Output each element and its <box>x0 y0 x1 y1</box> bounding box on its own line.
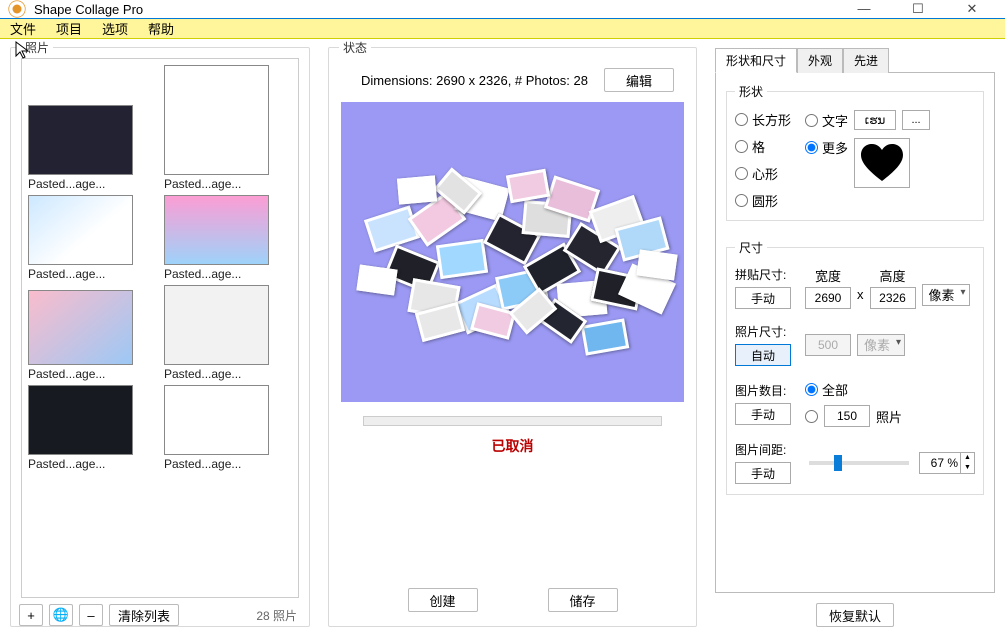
photo-unit-select: 像素 <box>857 334 905 356</box>
size-fieldset: 尺寸 拼贴尺寸: 手动 宽度 x 高度 <box>726 239 984 495</box>
save-button[interactable]: 储存 <box>548 588 618 612</box>
width-input[interactable] <box>805 287 851 309</box>
shape-rect-radio[interactable]: 长方形 <box>735 110 791 129</box>
width-label: 宽度 <box>815 266 841 285</box>
photo-count-num-radio[interactable] <box>805 410 818 423</box>
edit-button[interactable]: 编辑 <box>604 68 674 92</box>
menu-options[interactable]: 选项 <box>102 19 128 38</box>
photo-count-label: 图片数目: <box>735 382 797 399</box>
shape-grid-radio[interactable]: 格 <box>735 137 791 156</box>
menu-project[interactable]: 项目 <box>56 19 82 38</box>
height-input[interactable] <box>870 287 916 309</box>
thumbnail-label: Pasted...age... <box>164 177 274 191</box>
photo-count-all-radio[interactable]: 全部 <box>805 380 848 399</box>
photos-panel: 照片 Pasted...age... Pasted...age... Paste… <box>10 47 310 627</box>
photo-size-auto-button[interactable]: 自动 <box>735 344 791 366</box>
thumbnail-label: Pasted...age... <box>164 367 274 381</box>
spinner-up-icon[interactable]: ▲ <box>961 453 974 463</box>
remove-photo-button[interactable]: – <box>79 604 103 626</box>
status-message: 已取消 <box>341 436 684 456</box>
thumbnail-item[interactable]: Pasted...age... <box>28 385 148 471</box>
clear-list-button[interactable]: 清除列表 <box>109 604 179 626</box>
thumbnail-label: Pasted...age... <box>28 367 138 381</box>
shape-text-input[interactable] <box>854 110 896 130</box>
tab-advanced[interactable]: 先进 <box>843 48 889 73</box>
shape-text-browse-button[interactable]: ... <box>902 110 930 130</box>
spacing-value-input[interactable] <box>919 452 961 474</box>
status-panel-title: 状态 <box>339 39 371 56</box>
shape-heart-radio[interactable]: 心形 <box>735 164 791 183</box>
status-panel: 状态 Dimensions: 2690 x 2326, # Photos: 28… <box>328 47 697 627</box>
thumbnail-label: Pasted...age... <box>164 457 274 471</box>
window-minimize-button[interactable]: — <box>849 1 879 17</box>
height-label: 高度 <box>879 266 905 285</box>
window-close-button[interactable]: ✕ <box>957 1 987 17</box>
menu-file[interactable]: 文件 <box>10 19 36 38</box>
collage-size-label: 拼贴尺寸: <box>735 266 797 283</box>
restore-defaults-button[interactable]: 恢复默认 <box>816 603 894 627</box>
shape-text-radio[interactable]: 文字 <box>805 111 848 130</box>
globe-icon: 🌐 <box>53 607 69 623</box>
spacing-spinner[interactable]: ▲▼ <box>919 452 975 474</box>
create-button[interactable]: 创建 <box>408 588 478 612</box>
photo-count-input[interactable] <box>824 405 870 427</box>
menu-help[interactable]: 帮助 <box>148 19 174 38</box>
x-separator: x <box>857 287 864 302</box>
web-photo-button[interactable]: 🌐 <box>49 604 73 626</box>
preview-area <box>341 102 684 402</box>
collage-size-manual-button[interactable]: 手动 <box>735 287 791 309</box>
thumbnail-item[interactable]: Pasted...age... <box>28 195 148 281</box>
settings-sidebar: 形状和尺寸 外观 先进 形状 长方形 格 心形 圆形 文字 <box>715 47 995 627</box>
add-photo-button[interactable]: + <box>19 604 43 626</box>
spacing-label: 图片间距: <box>735 441 797 458</box>
shape-circle-radio[interactable]: 圆形 <box>735 191 791 210</box>
thumbnail-label: Pasted...age... <box>28 457 138 471</box>
photos-list[interactable]: Pasted...age... Pasted...age... Pasted..… <box>21 58 299 598</box>
size-legend: 尺寸 <box>735 239 767 256</box>
spacing-slider[interactable] <box>809 461 909 465</box>
photo-count-manual-button[interactable]: 手动 <box>735 403 791 425</box>
shape-fieldset: 形状 长方形 格 心形 圆形 文字 ... <box>726 83 984 221</box>
thumbnail-label: Pasted...age... <box>28 267 138 281</box>
collage-unit-select[interactable]: 像素 <box>922 284 970 306</box>
thumbnail-item[interactable]: Pasted...age... <box>164 285 284 381</box>
photo-size-label: 照片尺寸: <box>735 323 797 340</box>
thumbnail-label: Pasted...age... <box>28 177 138 191</box>
photos-suffix-label: 照片 <box>876 407 902 426</box>
progress-bar <box>363 416 662 426</box>
tab-appearance[interactable]: 外观 <box>797 48 843 73</box>
tab-shape-size[interactable]: 形状和尺寸 <box>715 48 797 73</box>
shape-legend: 形状 <box>735 83 767 100</box>
app-icon <box>8 0 26 18</box>
thumbnail-item[interactable]: Pasted...age... <box>164 385 284 471</box>
photos-panel-title: 照片 <box>21 39 53 56</box>
photos-count-label: 28 照片 <box>256 607 301 624</box>
thumbnail-item[interactable]: Pasted...age... <box>164 65 284 191</box>
window-title: Shape Collage Pro <box>34 2 849 17</box>
dimensions-text: Dimensions: 2690 x 2326, # Photos: 28 <box>361 73 588 88</box>
thumbnail-item[interactable]: Pasted...age... <box>28 290 148 381</box>
heart-icon <box>859 143 905 183</box>
window-titlebar: Shape Collage Pro — ☐ ✕ <box>0 0 1005 19</box>
thumbnail-label: Pasted...age... <box>164 267 274 281</box>
photo-size-input <box>805 334 851 356</box>
thumbnail-item[interactable]: Pasted...age... <box>28 105 148 191</box>
window-maximize-button[interactable]: ☐ <box>903 1 933 17</box>
collage-preview <box>358 122 668 382</box>
thumbnail-item[interactable]: Pasted...age... <box>164 195 284 281</box>
spinner-down-icon[interactable]: ▼ <box>961 463 974 473</box>
shape-more-radio[interactable]: 更多 <box>805 138 848 157</box>
shape-preview-box[interactable] <box>854 138 910 188</box>
menu-bar: 文件 项目 选项 帮助 <box>0 19 1005 39</box>
spacing-manual-button[interactable]: 手动 <box>735 462 791 484</box>
